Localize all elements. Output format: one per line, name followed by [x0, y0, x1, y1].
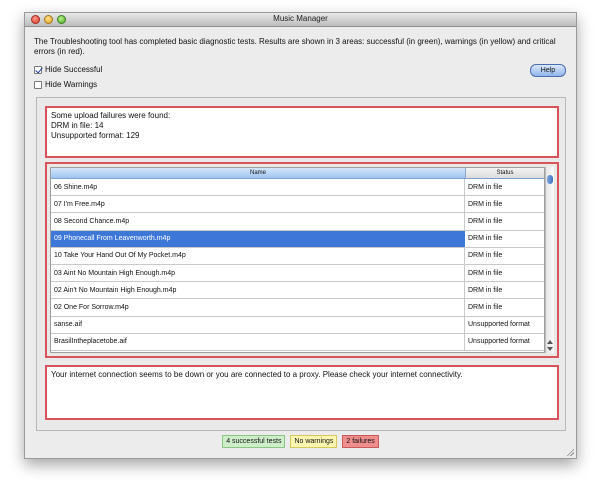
successful-tests-badge: 4 successful tests [222, 435, 286, 448]
table-row[interactable]: 07 I'm Free.m4p DRM in file [51, 196, 544, 214]
file-name-cell: 02 One For Sorrow.m4p [51, 299, 465, 316]
table-row[interactable]: 08 Second Chance.m4p DRM in file [51, 213, 544, 231]
file-name-cell: 08 Second Chance.m4p [51, 213, 465, 230]
warnings-badge: No warnings [290, 435, 338, 448]
drm-count: DRM in file: 14 [51, 121, 104, 130]
file-name-cell: sanse.aif [51, 316, 465, 333]
table-scrollbar[interactable] [545, 167, 554, 353]
status-cell: DRM in file [468, 303, 503, 311]
scroll-up-arrow-icon[interactable] [547, 340, 553, 344]
hide-warnings-label: Hide Warnings [45, 80, 98, 89]
results-panel: Some upload failures were found: DRM in … [36, 97, 566, 431]
upload-failures-box: Some upload failures were found: DRM in … [45, 106, 559, 158]
table-row[interactable]: 06 Shine.m4p DRM in file [51, 179, 544, 197]
connection-error-box: Your internet connection seems to be dow… [45, 365, 559, 420]
status-cell: DRM in file [468, 252, 503, 260]
table-row[interactable]: 02 One For Sorrow.m4p DRM in file [51, 299, 544, 317]
file-name-cell: 02 Ain't No Mountain High Enough.m4p [51, 282, 465, 299]
table-body: 06 Shine.m4p DRM in file 07 I'm Free.m4p DR… [51, 179, 544, 351]
status-cell: DRM in file [468, 183, 503, 191]
unsupported-count: Unsupported format: 129 [51, 131, 140, 140]
hide-successful-label: Hide Successful [45, 65, 103, 74]
hide-warnings-option[interactable]: Hide Warnings [34, 80, 97, 89]
status-cell: DRM in file [468, 269, 503, 277]
file-name-cell: 09 Phonecall From Leavenworth.m4p [51, 230, 465, 247]
status-cell: Unsupported format [468, 338, 530, 346]
table-row[interactable]: BrasilIntheplacetobe.aif Unsupported form… [51, 333, 544, 351]
failed-files-box: Name Status 06 Shine.m4p DRM in file 07 I'… [45, 162, 559, 358]
status-cell: DRM in file [465, 230, 544, 247]
file-name-cell: BrasilIntheplacetobe.aif [51, 333, 465, 350]
column-header-status[interactable]: Status [466, 168, 544, 178]
summary-bar: 4 successful tests No warnings 2 failure… [25, 435, 576, 448]
connection-message: Your internet connection seems to be dow… [51, 370, 463, 379]
status-cell: DRM in file [468, 200, 503, 208]
scroll-down-arrow-icon[interactable] [547, 347, 553, 351]
hide-successful-option[interactable]: Hide Successful [34, 65, 102, 74]
table-header: Name Status [51, 168, 544, 179]
intro-text: The Troubleshooting tool has completed b… [34, 37, 556, 56]
hide-warnings-checkbox[interactable] [34, 80, 42, 89]
status-cell: DRM in file [468, 286, 503, 294]
failures-badge: 2 failures [342, 435, 379, 448]
failed-files-table[interactable]: Name Status 06 Shine.m4p DRM in file 07 I'… [50, 167, 545, 353]
status-cell: Unsupported format [468, 321, 530, 329]
title-bar: Music Manager [25, 13, 576, 27]
file-name-cell: 03 Aint No Mountain High Enough.m4p [51, 264, 465, 282]
help-button[interactable]: Help [530, 64, 566, 77]
scrollbar-thumb[interactable] [547, 175, 553, 184]
table-row[interactable]: sanse.aif Unsupported format [51, 316, 544, 334]
file-name-cell: 07 I'm Free.m4p [51, 196, 465, 213]
table-row[interactable]: 09 Phonecall From Leavenworth.m4p DRM in … [51, 230, 544, 248]
table-row[interactable]: 10 Take Your Hand Out Of My Pocket.m4p DR… [51, 247, 544, 265]
table-row[interactable]: 03 Aint No Mountain High Enough.m4p DRM i… [51, 264, 544, 283]
hide-successful-checkbox[interactable] [34, 65, 42, 74]
file-name-cell: 06 Shine.m4p [51, 179, 465, 196]
table-row[interactable]: 02 Ain't No Mountain High Enough.m4p DRM … [51, 282, 544, 300]
resize-grip-icon[interactable] [566, 448, 574, 456]
column-header-name[interactable]: Name [51, 168, 466, 178]
status-cell: DRM in file [468, 217, 503, 225]
music-manager-window: Music Manager The Troubleshooting tool h… [24, 12, 577, 459]
upload-summary-heading: Some upload failures were found: [51, 111, 171, 120]
file-name-cell: 10 Take Your Hand Out Of My Pocket.m4p [51, 247, 465, 264]
window-title: Music Manager [273, 14, 328, 23]
